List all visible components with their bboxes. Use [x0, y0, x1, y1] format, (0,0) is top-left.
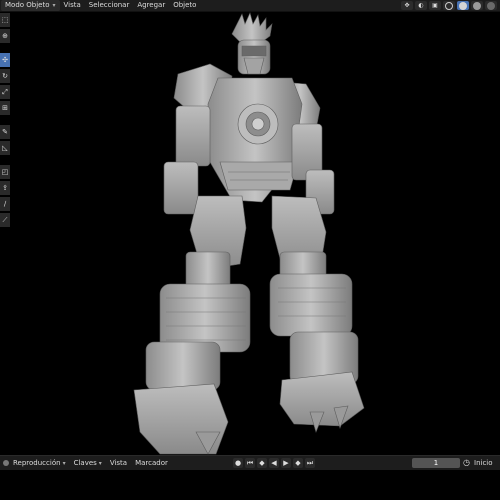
extrude-icon[interactable]: ⇪: [0, 181, 10, 195]
keying-menu[interactable]: Claves ▾: [70, 459, 106, 467]
next-keyframe-icon[interactable]: ◆: [293, 458, 303, 468]
chevron-down-icon: ▾: [62, 459, 66, 467]
view-menu[interactable]: Vista: [106, 459, 131, 467]
marker-menu[interactable]: Marcador: [131, 459, 172, 467]
robot-model: [133, 12, 365, 455]
shear-icon[interactable]: ⟋: [0, 213, 10, 227]
prev-keyframe-icon[interactable]: ◆: [257, 458, 267, 468]
clock-icon[interactable]: ◷: [463, 458, 470, 468]
menu-agregar[interactable]: Agregar: [133, 0, 169, 11]
robot-legs: [145, 251, 359, 391]
material-shading-icon[interactable]: [471, 1, 483, 10]
annotate-icon[interactable]: ✎: [0, 125, 10, 139]
playback-menu[interactable]: Reproducción ▾: [9, 459, 70, 467]
header-right-tools: ✥ ◐ ▣: [401, 0, 500, 11]
current-frame-field[interactable]: 1: [412, 458, 460, 468]
3d-viewport[interactable]: [10, 12, 500, 455]
record-icon[interactable]: ●: [233, 458, 243, 468]
select-box-icon[interactable]: ⬚: [0, 13, 10, 27]
add-cube-icon[interactable]: ◰: [0, 165, 10, 179]
chevron-down-icon: ▾: [98, 459, 102, 467]
scale-icon[interactable]: ⤢: [0, 85, 10, 99]
chevron-down-icon: ▾: [52, 2, 56, 9]
playback-controls: ● ⏮ ◆ ◀ ▶ ◆ ⏭: [233, 458, 315, 468]
jump-end-icon[interactable]: ⏭: [305, 458, 315, 468]
menu-seleccionar[interactable]: Seleccionar: [85, 0, 134, 11]
timeline-header: Reproducción ▾ Claves ▾ Vista Marcador ●…: [0, 455, 500, 470]
solid-shading-icon[interactable]: [457, 1, 469, 10]
rotate-icon[interactable]: ↻: [0, 69, 10, 83]
header-bar: Modo Objeto ▾ Vista Seleccionar Agregar …: [0, 0, 500, 12]
tool-shelf: ⬚ ⊕ ✣ ↻ ⤢ ⊞ ✎ ◺ ◰ ⇪ ∕ ⟋: [0, 13, 10, 243]
cursor-icon[interactable]: ⊕: [0, 29, 10, 43]
transform-icon[interactable]: ⊞: [0, 101, 10, 115]
knife-icon[interactable]: ∕: [0, 197, 10, 211]
move-icon[interactable]: ✣: [0, 53, 10, 67]
play-reverse-icon[interactable]: ◀: [269, 458, 279, 468]
xray-icon[interactable]: ▣: [429, 1, 441, 10]
timeline-area: Reproducción ▾ Claves ▾ Vista Marcador ●…: [0, 455, 500, 500]
mode-dropdown[interactable]: Modo Objeto ▾: [1, 0, 60, 11]
start-frame-label: Inicio: [474, 459, 493, 467]
mode-label: Modo Objeto: [5, 1, 50, 9]
measure-icon[interactable]: ◺: [0, 141, 10, 155]
menu-vista[interactable]: Vista: [60, 0, 85, 11]
play-icon[interactable]: ▶: [281, 458, 291, 468]
jump-start-icon[interactable]: ⏮: [245, 458, 255, 468]
overlay-icon[interactable]: ◐: [415, 1, 427, 10]
robot-head: [231, 12, 273, 75]
menu-objeto[interactable]: Objeto: [169, 0, 200, 11]
keying-label: Claves: [73, 459, 97, 467]
rendered-shading-icon[interactable]: [485, 1, 497, 10]
viewport-gizmo-icon[interactable]: ✥: [401, 1, 413, 10]
wireframe-shading-icon[interactable]: [443, 1, 455, 10]
playback-label: Reproducción: [13, 459, 61, 467]
